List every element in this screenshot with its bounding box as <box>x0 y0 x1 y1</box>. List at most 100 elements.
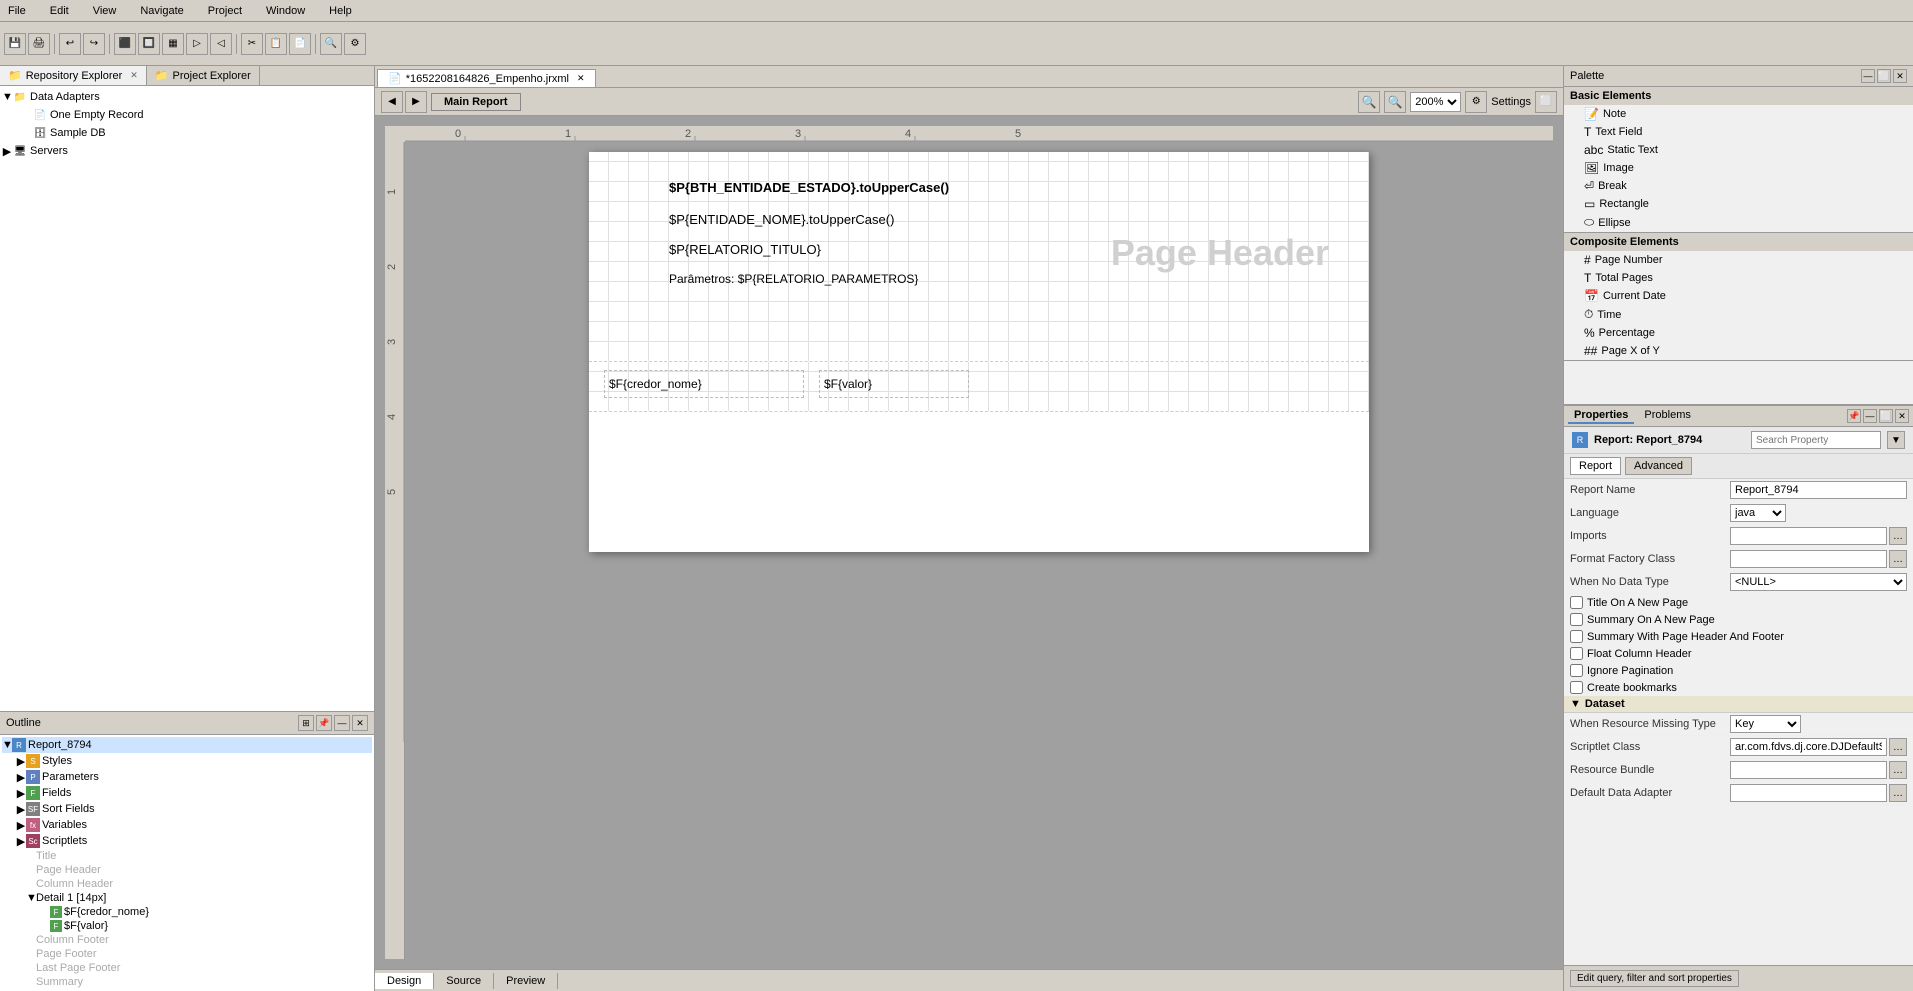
palette-item-total-pages[interactable]: T Total Pages <box>1564 269 1913 287</box>
tree-item-one-empty[interactable]: 📄 One Empty Record <box>2 106 372 124</box>
props-close[interactable]: ✕ <box>1895 409 1909 423</box>
palette-item-note[interactable]: 📝 Note <box>1564 105 1913 123</box>
text-relatorio-parametros[interactable]: Parâmetros: $P{RELATORIO_PARAMETROS} <box>669 272 918 286</box>
outline-item-column-footer[interactable]: Column Footer <box>2 933 372 947</box>
tab-preview[interactable]: Preview <box>494 973 558 989</box>
checkbox-summary-new-page[interactable] <box>1570 613 1583 626</box>
composite-elements-header[interactable]: Composite Elements <box>1564 233 1913 251</box>
field-valor[interactable]: $F{valor} <box>819 370 969 398</box>
basic-elements-header[interactable]: Basic Elements <box>1564 87 1913 105</box>
tab-properties[interactable]: Properties <box>1568 408 1634 424</box>
editor-prev-btn[interactable]: ◀ <box>381 91 403 113</box>
zoom-out-btn[interactable]: 🔍 <box>1358 91 1380 113</box>
settings-btn[interactable]: ⚙ <box>1465 91 1487 113</box>
palette-item-page-number[interactable]: # Page Number <box>1564 251 1913 269</box>
menu-view[interactable]: View <box>89 3 121 19</box>
palette-item-image[interactable]: 🖼 Image <box>1564 159 1913 177</box>
prop-select-resource-missing[interactable]: Key Null Empty Exception <box>1730 715 1801 733</box>
editor-next-btn[interactable]: ▶ <box>405 91 427 113</box>
props-maximize[interactable]: ⬜ <box>1879 409 1893 423</box>
tab-source[interactable]: Source <box>434 973 494 989</box>
outline-item-sort-fields[interactable]: ▶ SF Sort Fields <box>2 801 372 817</box>
props-tab-report[interactable]: Report <box>1570 457 1621 475</box>
outline-item-styles[interactable]: ▶ S Styles <box>2 753 372 769</box>
prop-select-when-no-data[interactable]: <NULL> NoPages BlankPage AllSectionsNoDe… <box>1730 573 1907 591</box>
outline-item-summary[interactable]: Summary <box>2 975 372 989</box>
text-relatorio-titulo[interactable]: $P{RELATORIO_TITULO} <box>669 242 821 257</box>
outline-item-last-page-footer[interactable]: Last Page Footer <box>2 961 372 975</box>
palette-item-page-x-of-y[interactable]: ## Page X of Y <box>1564 342 1913 360</box>
checkbox-create-bookmarks[interactable] <box>1570 681 1583 694</box>
outline-btn-3[interactable]: — <box>334 715 350 731</box>
checkbox-ignore-pagination[interactable] <box>1570 664 1583 677</box>
dataset-section-header[interactable]: ▼ Dataset <box>1564 696 1913 713</box>
palette-item-percentage[interactable]: % Percentage <box>1564 324 1913 342</box>
prop-btn-format-factory[interactable]: … <box>1889 550 1907 568</box>
field-credor-nome[interactable]: $F{credor_nome} <box>604 370 804 398</box>
maximize-btn[interactable]: ⬜ <box>1535 91 1557 113</box>
outline-item-scriptlets[interactable]: ▶ Sc Scriptlets <box>2 833 372 849</box>
outline-item-valor[interactable]: F $F{valor} <box>2 919 372 933</box>
toolbar-btn-10[interactable]: ✂ <box>241 33 263 55</box>
prop-input-scriptlet-class[interactable] <box>1730 738 1887 756</box>
checkbox-summary-with-header[interactable] <box>1570 630 1583 643</box>
outline-item-page-footer[interactable]: Page Footer <box>2 947 372 961</box>
outline-btn-1[interactable]: ⊞ <box>298 715 314 731</box>
tab-repository-explorer[interactable]: 📁 Repository Explorer ✕ <box>0 66 147 85</box>
prop-select-language[interactable]: java groovy <box>1730 504 1786 522</box>
props-tab-advanced[interactable]: Advanced <box>1625 457 1692 475</box>
text-entidade-nome[interactable]: $P{ENTIDADE_NOME}.toUpperCase() <box>669 212 894 227</box>
outline-item-title[interactable]: Title <box>2 849 372 863</box>
toolbar-btn-14[interactable]: ⚙ <box>344 33 366 55</box>
props-minimize[interactable]: — <box>1863 409 1877 423</box>
toolbar-btn-11[interactable]: 📋 <box>265 33 287 55</box>
palette-minimize[interactable]: — <box>1861 69 1875 83</box>
menu-help[interactable]: Help <box>325 3 356 19</box>
tree-item-sample-db[interactable]: 🗄 Sample DB <box>2 124 372 142</box>
toolbar-btn-1[interactable]: 💾 <box>4 33 26 55</box>
edit-query-btn[interactable]: Edit query, filter and sort properties <box>1570 970 1739 987</box>
prop-input-report-name[interactable] <box>1730 481 1907 499</box>
palette-item-rectangle[interactable]: ▭ Rectangle <box>1564 195 1913 213</box>
toolbar-btn-2[interactable]: 🖨 <box>28 33 50 55</box>
palette-item-break[interactable]: ⏎ Break <box>1564 177 1913 195</box>
close-editor-tab[interactable]: ✕ <box>577 73 585 84</box>
prop-btn-default-data-adapter[interactable]: … <box>1889 784 1907 802</box>
props-pin[interactable]: 📌 <box>1847 409 1861 423</box>
toolbar-btn-7[interactable]: ▦ <box>162 33 184 55</box>
outline-item-parameters[interactable]: ▶ P Parameters <box>2 769 372 785</box>
checkbox-title-new-page[interactable] <box>1570 596 1583 609</box>
outline-btn-2[interactable]: 📌 <box>316 715 332 731</box>
prop-btn-resource-bundle[interactable]: … <box>1889 761 1907 779</box>
prop-btn-imports[interactable]: … <box>1889 527 1907 545</box>
menu-navigate[interactable]: Navigate <box>136 3 187 19</box>
toolbar-btn-9[interactable]: ◁ <box>210 33 232 55</box>
toolbar-btn-12[interactable]: 📄 <box>289 33 311 55</box>
tab-problems[interactable]: Problems <box>1638 408 1696 424</box>
menu-window[interactable]: Window <box>262 3 309 19</box>
search-property-input[interactable] <box>1751 431 1881 449</box>
palette-item-static-text[interactable]: abc Static Text <box>1564 141 1913 159</box>
prop-input-format-factory[interactable] <box>1730 550 1887 568</box>
zoom-in-btn[interactable]: 🔍 <box>1384 91 1406 113</box>
palette-item-time[interactable]: ⏱ Time <box>1564 305 1913 324</box>
outline-item-variables[interactable]: ▶ fx Variables <box>2 817 372 833</box>
toolbar-btn-13[interactable]: 🔍 <box>320 33 342 55</box>
zoom-select[interactable]: 200% 150% 100% 75% 50% <box>1410 92 1461 112</box>
close-repo-tab[interactable]: ✕ <box>130 70 138 81</box>
toolbar-btn-8[interactable]: ▷ <box>186 33 208 55</box>
checkbox-float-column[interactable] <box>1570 647 1583 660</box>
palette-item-text-field[interactable]: T Text Field <box>1564 123 1913 141</box>
toolbar-btn-3[interactable]: ↩ <box>59 33 81 55</box>
menu-project[interactable]: Project <box>204 3 246 19</box>
text-entidade-estado[interactable]: $P{BTH_ENTIDADE_ESTADO}.toUpperCase() <box>669 180 949 195</box>
menu-file[interactable]: File <box>4 3 30 19</box>
prop-input-resource-bundle[interactable] <box>1730 761 1887 779</box>
outline-item-page-header[interactable]: Page Header <box>2 863 372 877</box>
search-property-dropdown[interactable]: ▼ <box>1887 431 1905 449</box>
outline-item-report[interactable]: ▼ R Report_8794 <box>2 737 372 753</box>
outline-item-credor[interactable]: F $F{credor_nome} <box>2 905 372 919</box>
editor-tab-jrxml[interactable]: 📄 *1652208164826_Empenho.jrxml ✕ <box>377 69 596 87</box>
outline-close[interactable]: ✕ <box>352 715 368 731</box>
prop-input-imports[interactable] <box>1730 527 1887 545</box>
